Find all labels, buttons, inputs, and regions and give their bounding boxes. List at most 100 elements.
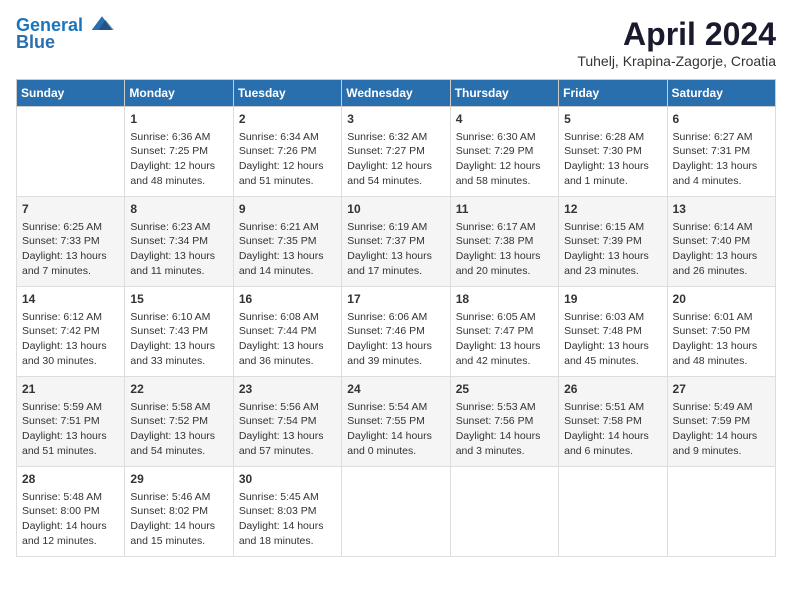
day-number: 10 — [347, 201, 444, 218]
location-subtitle: Tuhelj, Krapina-Zagorje, Croatia — [577, 53, 776, 69]
calendar-cell: 16Sunrise: 6:08 AMSunset: 7:44 PMDayligh… — [233, 287, 341, 377]
day-info: Sunrise: 6:08 AM — [239, 310, 336, 325]
day-info: Sunset: 7:59 PM — [673, 414, 770, 429]
calendar-cell: 25 Sunrise: 5:53 AMSunset: 7:56 PMDayligh… — [450, 377, 558, 467]
day-number: 30 — [239, 471, 336, 488]
day-info: and 20 minutes. — [456, 264, 553, 279]
day-info: Sunset: 8:03 PM — [239, 504, 336, 519]
day-info: Sunset: 7:56 PM — [456, 414, 553, 429]
day-info: Sunrise: 5:53 AM — [456, 400, 553, 415]
calendar-cell: 12Sunrise: 6:15 AMSunset: 7:39 PMDayligh… — [559, 197, 667, 287]
week-row-5: 28Sunrise: 5:48 AMSunset: 8:00 PMDayligh… — [17, 467, 776, 557]
day-number: 14 — [22, 291, 119, 308]
day-number: 4 — [456, 111, 553, 128]
day-number: 28 — [22, 471, 119, 488]
day-info: Daylight: 13 hours — [130, 249, 227, 264]
day-info: and 12 minutes. — [22, 534, 119, 549]
day-info: Daylight: 13 hours — [239, 429, 336, 444]
day-info: Sunset: 7:48 PM — [564, 324, 661, 339]
day-info: Daylight: 13 hours — [239, 339, 336, 354]
calendar-cell: 10Sunrise: 6:19 AMSunset: 7:37 PMDayligh… — [342, 197, 450, 287]
day-info: Sunrise: 6:27 AM — [673, 130, 770, 145]
day-number: 1 — [130, 111, 227, 128]
day-number: 9 — [239, 201, 336, 218]
day-info: Sunrise: 6:19 AM — [347, 220, 444, 235]
calendar-cell: 20Sunrise: 6:01 AMSunset: 7:50 PMDayligh… — [667, 287, 775, 377]
day-info: and 9 minutes. — [673, 444, 770, 459]
day-number: 15 — [130, 291, 227, 308]
day-info: Sunset: 7:54 PM — [239, 414, 336, 429]
calendar-cell — [667, 467, 775, 557]
day-info: Daylight: 13 hours — [456, 339, 553, 354]
day-info: and 0 minutes. — [347, 444, 444, 459]
col-header-saturday: Saturday — [667, 80, 775, 107]
day-info: Sunset: 7:42 PM — [22, 324, 119, 339]
calendar-cell: 30Sunrise: 5:45 AMSunset: 8:03 PMDayligh… — [233, 467, 341, 557]
day-number: 24 — [347, 381, 444, 398]
day-info: and 11 minutes. — [130, 264, 227, 279]
day-info: Sunset: 7:58 PM — [564, 414, 661, 429]
calendar-cell: 5Sunrise: 6:28 AMSunset: 7:30 PMDaylight… — [559, 107, 667, 197]
day-info: Sunset: 7:35 PM — [239, 234, 336, 249]
day-info: Daylight: 14 hours — [130, 519, 227, 534]
day-info: and 54 minutes. — [130, 444, 227, 459]
calendar-cell: 27 Sunrise: 5:49 AMSunset: 7:59 PMDayligh… — [667, 377, 775, 467]
calendar-cell: 17Sunrise: 6:06 AMSunset: 7:46 PMDayligh… — [342, 287, 450, 377]
calendar-cell: 14Sunrise: 6:12 AMSunset: 7:42 PMDayligh… — [17, 287, 125, 377]
day-info: Sunset: 8:00 PM — [22, 504, 119, 519]
day-info: Daylight: 13 hours — [130, 339, 227, 354]
day-info: Sunrise: 6:14 AM — [673, 220, 770, 235]
day-info: Sunrise: 6:01 AM — [673, 310, 770, 325]
day-info: Sunrise: 6:32 AM — [347, 130, 444, 145]
day-info: Daylight: 13 hours — [22, 249, 119, 264]
day-number: 20 — [673, 291, 770, 308]
day-info: Sunset: 7:52 PM — [130, 414, 227, 429]
day-number: 19 — [564, 291, 661, 308]
day-info: Daylight: 12 hours — [347, 159, 444, 174]
calendar-body: 1Sunrise: 6:36 AMSunset: 7:25 PMDaylight… — [17, 107, 776, 557]
week-row-2: 7Sunrise: 6:25 AMSunset: 7:33 PMDaylight… — [17, 197, 776, 287]
calendar-cell: 8Sunrise: 6:23 AMSunset: 7:34 PMDaylight… — [125, 197, 233, 287]
day-info: Sunrise: 6:25 AM — [22, 220, 119, 235]
calendar-cell — [17, 107, 125, 197]
day-number: 25 — [456, 381, 553, 398]
day-number: 3 — [347, 111, 444, 128]
day-info: Daylight: 12 hours — [239, 159, 336, 174]
day-info: Sunrise: 5:59 AM — [22, 400, 119, 415]
day-info: Daylight: 14 hours — [347, 429, 444, 444]
day-info: Daylight: 14 hours — [456, 429, 553, 444]
col-header-monday: Monday — [125, 80, 233, 107]
calendar-table: SundayMondayTuesdayWednesdayThursdayFrid… — [16, 79, 776, 557]
calendar-cell — [342, 467, 450, 557]
day-info: Daylight: 14 hours — [673, 429, 770, 444]
day-number: 27 — [673, 381, 770, 398]
day-info: Sunrise: 5:56 AM — [239, 400, 336, 415]
day-info: Sunset: 7:39 PM — [564, 234, 661, 249]
day-info: Daylight: 14 hours — [564, 429, 661, 444]
day-info: Daylight: 13 hours — [239, 249, 336, 264]
day-info: and 14 minutes. — [239, 264, 336, 279]
day-info: Sunset: 7:26 PM — [239, 144, 336, 159]
day-info: and 45 minutes. — [564, 354, 661, 369]
calendar-cell: 23Sunrise: 5:56 AMSunset: 7:54 PMDayligh… — [233, 377, 341, 467]
calendar-cell: 1Sunrise: 6:36 AMSunset: 7:25 PMDaylight… — [125, 107, 233, 197]
day-info: Sunrise: 5:51 AM — [564, 400, 661, 415]
calendar-cell: 2Sunrise: 6:34 AMSunset: 7:26 PMDaylight… — [233, 107, 341, 197]
day-number: 11 — [456, 201, 553, 218]
day-info: and 1 minute. — [564, 174, 661, 189]
day-info: Sunrise: 6:17 AM — [456, 220, 553, 235]
day-number: 29 — [130, 471, 227, 488]
logo: General Blue — [16, 16, 114, 53]
day-info: Sunrise: 5:49 AM — [673, 400, 770, 415]
title-block: April 2024 Tuhelj, Krapina-Zagorje, Croa… — [577, 16, 776, 69]
day-info: Daylight: 13 hours — [564, 249, 661, 264]
day-info: and 3 minutes. — [456, 444, 553, 459]
day-info: Sunrise: 5:46 AM — [130, 490, 227, 505]
calendar-cell: 18Sunrise: 6:05 AMSunset: 7:47 PMDayligh… — [450, 287, 558, 377]
day-info: Sunset: 7:40 PM — [673, 234, 770, 249]
day-number: 6 — [673, 111, 770, 128]
day-info: Sunset: 7:31 PM — [673, 144, 770, 159]
day-info: and 17 minutes. — [347, 264, 444, 279]
day-info: Sunset: 7:55 PM — [347, 414, 444, 429]
calendar-cell: 6Sunrise: 6:27 AMSunset: 7:31 PMDaylight… — [667, 107, 775, 197]
